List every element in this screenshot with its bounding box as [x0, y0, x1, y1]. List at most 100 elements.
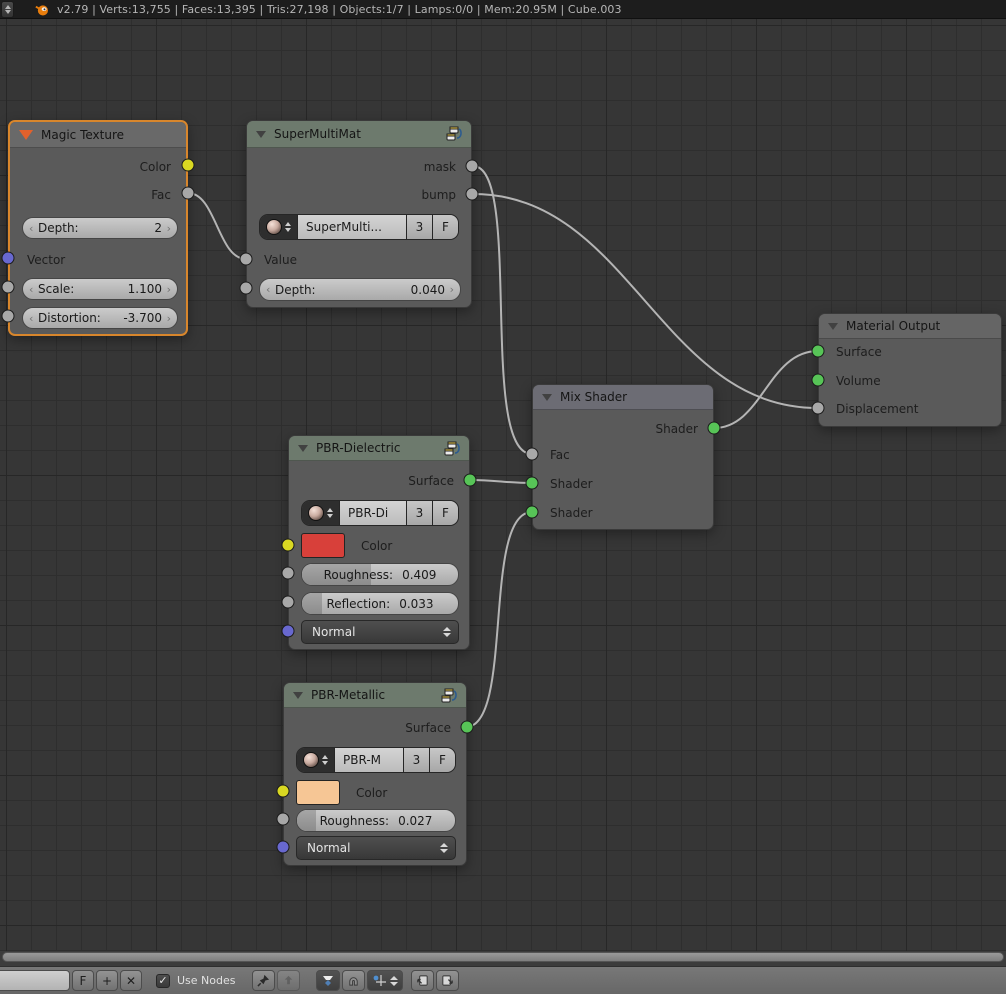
slider-increase-icon[interactable]: ›: [167, 308, 171, 328]
magic-fac-output-socket[interactable]: [182, 187, 195, 200]
supermultimat-mask-output-socket[interactable]: [466, 160, 479, 173]
supermultimat-header[interactable]: SuperMultiMat: [247, 121, 471, 148]
depth-slider[interactable]: ‹ Depth: 0.040 ›: [259, 278, 461, 301]
metallic-roughness-input-socket[interactable]: [277, 813, 290, 826]
material-stepper-icon[interactable]: [285, 222, 291, 232]
magic-distortion-input-socket[interactable]: [2, 310, 15, 323]
new-material-button[interactable]: +: [96, 970, 118, 991]
slider-decrease-icon[interactable]: ‹: [29, 279, 33, 299]
reflection-slider[interactable]: Reflection: 0.033: [301, 592, 459, 615]
node-magic-texture[interactable]: Magic Texture Color Fac ‹ Depth: 2 › Vec…: [8, 120, 188, 336]
slider-increase-icon[interactable]: ›: [167, 279, 171, 299]
magic-texture-header[interactable]: Magic Texture: [10, 122, 186, 148]
depth-slider[interactable]: ‹ Depth: 2 ›: [22, 217, 178, 239]
editor-type-stepper[interactable]: [1, 1, 14, 18]
magic-scale-input-socket[interactable]: [2, 281, 15, 294]
node-title: PBR-Dielectric: [316, 441, 401, 455]
supermultimat-value-input-socket[interactable]: [240, 253, 253, 266]
normal-dropdown[interactable]: Normal: [296, 836, 456, 860]
node-supermultimat[interactable]: SuperMultiMat mask bump SuperMulti... 3 …: [246, 120, 472, 308]
snap-toggle-button[interactable]: [316, 970, 340, 991]
material-selector[interactable]: PBR-Di 3 F: [301, 500, 459, 526]
blender-logo-icon[interactable]: [34, 2, 49, 17]
slider-decrease-icon[interactable]: ‹: [266, 279, 270, 300]
slider-label: Roughness:: [320, 814, 390, 828]
supermultimat-depth-input-socket[interactable]: [240, 282, 253, 295]
magic-color-output-socket[interactable]: [182, 159, 195, 172]
scale-slider[interactable]: ‹ Scale: 1.100 ›: [22, 278, 178, 300]
distortion-slider[interactable]: ‹ Distortion: -3.700 ›: [22, 307, 178, 329]
collapse-triangle-icon[interactable]: [19, 130, 33, 140]
material-browse-button[interactable]: [260, 215, 297, 239]
pin-button[interactable]: [252, 970, 275, 991]
mix-shader2-input-socket[interactable]: [526, 506, 539, 519]
output-surface-input-socket[interactable]: [812, 345, 825, 358]
output-volume-input-socket[interactable]: [812, 374, 825, 387]
material-browse-button[interactable]: [297, 748, 334, 772]
color-swatch[interactable]: [301, 533, 345, 558]
mix-shader-output-socket[interactable]: [708, 422, 721, 435]
snap-target-select[interactable]: [367, 970, 403, 991]
collapse-triangle-icon[interactable]: [298, 445, 308, 452]
material-users-button[interactable]: 3: [406, 501, 432, 525]
material-name-field-cropped[interactable]: [0, 970, 70, 991]
mix-fac-input-socket[interactable]: [526, 448, 539, 461]
metallic-normal-input-socket[interactable]: [277, 841, 290, 854]
material-output-header[interactable]: Material Output: [819, 314, 1001, 339]
normal-dropdown[interactable]: Normal: [301, 620, 459, 644]
use-nodes-checkbox[interactable]: ✓: [156, 974, 170, 988]
fake-user-button[interactable]: F: [432, 501, 458, 525]
paste-nodes-button[interactable]: [436, 970, 459, 991]
collapse-triangle-icon[interactable]: [293, 692, 303, 699]
material-stepper-icon[interactable]: [322, 755, 328, 765]
material-name-field[interactable]: PBR-M: [334, 748, 403, 772]
pbr-metallic-header[interactable]: PBR-Metallic: [284, 683, 466, 708]
node-pbr-dielectric[interactable]: PBR-Dielectric Surface PBR-Di 3 F C: [288, 435, 470, 650]
dropdown-arrows-icon: [443, 621, 451, 643]
go-to-parent-tree-button[interactable]: [277, 970, 300, 991]
metallic-color-input-socket[interactable]: [277, 785, 290, 798]
collapse-triangle-icon[interactable]: [542, 394, 552, 401]
material-selector[interactable]: PBR-M 3 F: [296, 747, 456, 773]
slider-decrease-icon[interactable]: ‹: [29, 218, 33, 238]
snap-magnet-button[interactable]: [342, 970, 365, 991]
collapse-triangle-icon[interactable]: [256, 131, 266, 138]
metallic-surface-output-socket[interactable]: [461, 721, 474, 734]
fake-user-button[interactable]: F: [432, 215, 458, 239]
slider-increase-icon[interactable]: ›: [450, 279, 454, 300]
material-browse-button[interactable]: [302, 501, 339, 525]
material-selector[interactable]: SuperMulti... 3 F: [259, 214, 459, 240]
dielectric-surface-output-socket[interactable]: [464, 474, 477, 487]
unlink-material-button[interactable]: ✕: [120, 970, 142, 991]
magic-vector-input-socket[interactable]: [2, 252, 15, 265]
horizontal-scrollbar[interactable]: [2, 952, 1004, 962]
node-pbr-metallic[interactable]: PBR-Metallic Surface PBR-M 3 F Colo: [283, 682, 467, 866]
material-stepper-icon[interactable]: [327, 508, 333, 518]
mix-shader1-input-socket[interactable]: [526, 477, 539, 490]
supermultimat-bump-output-socket[interactable]: [466, 188, 479, 201]
use-nodes-label: Use Nodes: [177, 974, 236, 987]
material-name-field[interactable]: PBR-Di: [339, 501, 406, 525]
fake-user-button[interactable]: F: [72, 970, 94, 991]
output-displacement-input-socket[interactable]: [812, 402, 825, 415]
slider-increase-icon[interactable]: ›: [167, 218, 171, 238]
collapse-triangle-icon[interactable]: [828, 323, 838, 330]
fake-user-button[interactable]: F: [429, 748, 455, 772]
dielectric-color-input-socket[interactable]: [282, 539, 295, 552]
node-material-output[interactable]: Material Output Surface Volume Displacem…: [818, 313, 1002, 427]
dielectric-normal-input-socket[interactable]: [282, 625, 295, 638]
roughness-slider[interactable]: Roughness: 0.409: [301, 563, 459, 586]
dielectric-roughness-input-socket[interactable]: [282, 567, 295, 580]
pbr-dielectric-header[interactable]: PBR-Dielectric: [289, 436, 469, 461]
material-users-button[interactable]: 3: [403, 748, 429, 772]
color-swatch[interactable]: [296, 780, 340, 805]
mix-shader-header[interactable]: Mix Shader: [533, 385, 713, 410]
slider-label: Roughness:: [324, 568, 394, 582]
material-users-button[interactable]: 3: [406, 215, 432, 239]
copy-nodes-button[interactable]: [411, 970, 434, 991]
node-mix-shader[interactable]: Mix Shader Shader Fac Shader Shader: [532, 384, 714, 530]
roughness-slider[interactable]: Roughness: 0.027: [296, 809, 456, 832]
slider-decrease-icon[interactable]: ‹: [29, 308, 33, 328]
dielectric-reflection-input-socket[interactable]: [282, 596, 295, 609]
material-name-field[interactable]: SuperMulti...: [297, 215, 406, 239]
